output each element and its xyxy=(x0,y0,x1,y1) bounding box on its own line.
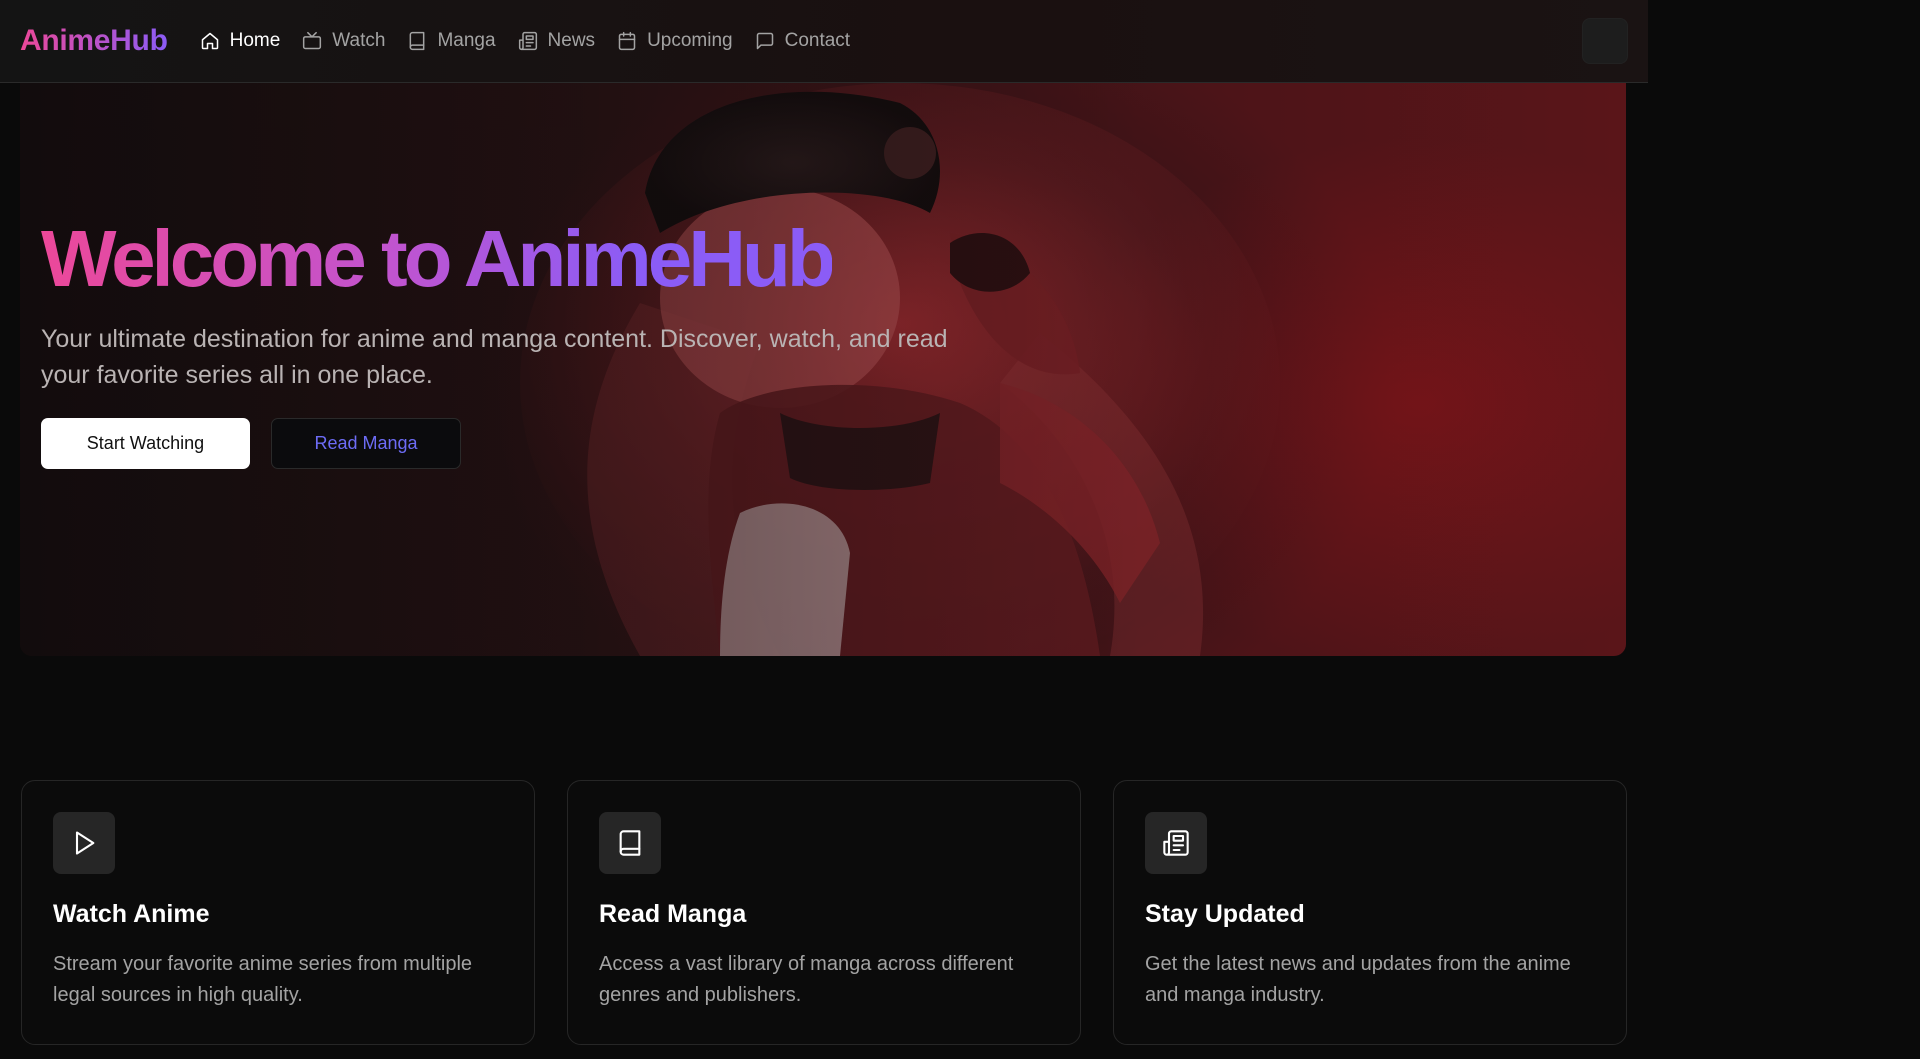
feature-card-watch[interactable]: Watch Anime Stream your favorite anime s… xyxy=(21,780,535,1045)
card-description: Get the latest news and updates from the… xyxy=(1145,953,1571,1006)
nav-item-label: Contact xyxy=(784,30,851,51)
nav-item-news[interactable]: News xyxy=(518,21,596,61)
home-icon xyxy=(201,32,218,50)
calendar-icon xyxy=(618,31,636,51)
features-section: Watch Anime Stream your favorite anime s… xyxy=(21,780,1627,1045)
hero-subtitle: Your ultimate destination for anime and … xyxy=(41,325,948,389)
newspaper-icon xyxy=(518,31,537,51)
hero-banner: Welcome to AnimeHub Your ultimate destin… xyxy=(20,83,1626,656)
hero-actions: Start Watching Read Manga xyxy=(41,418,1001,469)
card-icon-box xyxy=(1145,812,1207,874)
card-icon-box xyxy=(53,812,115,874)
book-icon xyxy=(410,31,425,51)
nav-item-contact[interactable]: Contact xyxy=(755,21,850,61)
card-description: Stream your favorite anime series from m… xyxy=(53,953,473,1006)
theme-toggle-button[interactable] xyxy=(1582,18,1628,64)
play-icon xyxy=(75,831,95,855)
nav-item-home[interactable]: Home xyxy=(200,21,281,61)
tv-icon xyxy=(303,31,322,50)
brand-logo[interactable]: AnimeHub xyxy=(20,24,168,58)
nav-item-watch[interactable]: Watch xyxy=(302,21,385,61)
hero-content: Welcome to AnimeHub Your ultimate destin… xyxy=(41,213,1001,469)
feature-card-manga[interactable]: Read Manga Access a vast library of mang… xyxy=(567,780,1081,1045)
nav-item-label: Watch xyxy=(332,30,386,51)
nav-item-label: Home xyxy=(229,30,281,51)
book-icon xyxy=(619,830,641,856)
nav-item-manga[interactable]: Manga xyxy=(407,21,496,61)
newspaper-icon xyxy=(1163,830,1189,856)
card-description: Access a vast library of manga across di… xyxy=(599,953,1014,1006)
read-manga-button[interactable]: Read Manga xyxy=(271,418,461,469)
nav-item-label: Upcoming xyxy=(647,30,733,51)
card-title: Stay Updated xyxy=(1145,900,1305,928)
main-nav: Home Watch Manga News Upcoming Contact xyxy=(200,21,850,61)
card-title: Watch Anime xyxy=(53,900,210,928)
feature-card-news[interactable]: Stay Updated Get the latest news and upd… xyxy=(1113,780,1627,1045)
start-watching-button[interactable]: Start Watching xyxy=(41,418,250,469)
nav-item-label: Manga xyxy=(437,30,496,51)
nav-item-upcoming[interactable]: Upcoming xyxy=(617,21,733,61)
hero-title: Welcome to AnimeHub xyxy=(41,214,836,303)
nav-item-label: News xyxy=(547,30,596,51)
card-icon-box xyxy=(599,812,661,874)
card-title: Read Manga xyxy=(599,900,747,928)
message-icon xyxy=(756,32,773,50)
page: AnimeHub Home Watch Manga News Upcoming xyxy=(0,0,1920,1059)
top-navbar: AnimeHub Home Watch Manga News Upcoming xyxy=(0,0,1648,83)
